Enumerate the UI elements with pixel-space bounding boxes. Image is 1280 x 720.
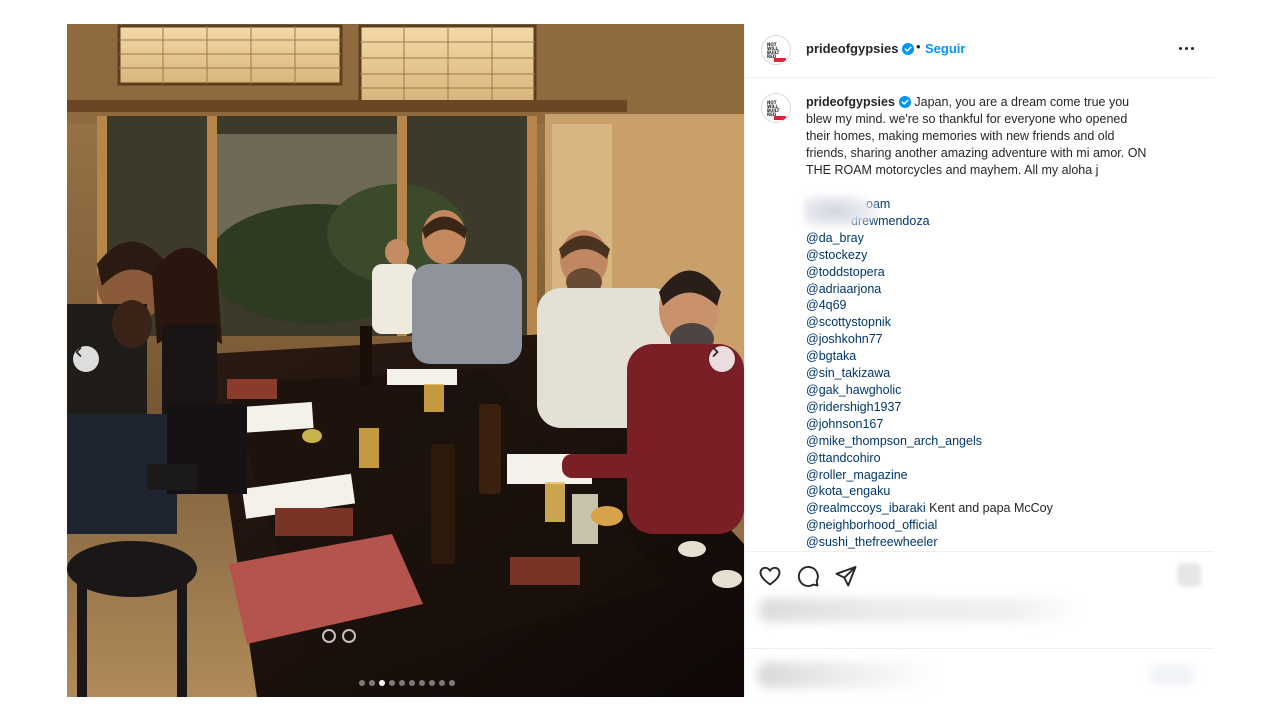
mention-link[interactable]: @scottystopnik [806,314,1151,331]
mention-link[interactable]: @ridershigh1937 [806,399,1151,416]
mention-handle[interactable]: @sin_takizawa [806,366,890,380]
mention-link[interactable]: @johnson167 [806,416,1151,433]
carousel-dot [379,680,385,686]
verified-badge-icon [902,43,915,55]
add-comment-row[interactable] [745,648,1214,697]
mention-link[interactable]: @sin_takizawa [806,365,1151,382]
mention-handle[interactable]: @joshkohn77 [806,332,883,346]
carousel-next-button[interactable] [709,346,735,372]
mention-link[interactable]: @4q69 [806,297,1151,314]
post-comment-button-blurred[interactable] [1150,665,1194,685]
send-paper-plane-icon[interactable] [834,564,858,588]
follow-separator: • [916,39,921,54]
mention-link[interactable]: @roller_magazine [806,467,1151,484]
mention-link[interactable]: @sushi_thefreewheeler [806,534,1151,550]
username-text[interactable]: prideofgypsies [806,41,898,56]
mention-link[interactable]: @joshkohn77 [806,331,1151,348]
chevron-right-icon [712,347,719,357]
mention-link[interactable]: @stockezy [806,247,1151,264]
follow-button[interactable]: Seguir [925,41,965,56]
mention-link[interactable]: @mike_thompson_arch_angels [806,433,1151,450]
blurred-region [804,194,879,228]
mention-handle[interactable]: @stockezy [806,248,867,262]
mention-handle[interactable]: @4q69 [806,298,847,312]
avatar-logo-red-bar [774,58,786,62]
header-username[interactable]: prideofgypsies [806,41,915,56]
avatar[interactable]: NOT WILL BUILT RED [761,35,791,65]
mention-link[interactable]: @ttandcohiro [806,450,1151,467]
instagram-post: NOT WILL BUILT RED prideofgypsies • Seguir … [67,24,1214,697]
mention-link[interactable]: @kota_engaku [806,483,1151,500]
mention-handle[interactable]: @adriaarjona [806,282,881,296]
mention-suffix-text: Kent and papa McCoy [925,501,1053,516]
comment-bubble-icon[interactable] [796,564,820,588]
caption-area[interactable]: NOT WILL BUILT RED prideofgypsies Japan, yo… [745,79,1214,550]
avatar-logo-red-bar [774,116,786,120]
carousel-dot [449,680,455,686]
mention-link[interactable]: @bgtaka [806,348,1151,365]
mention-link[interactable]: @adriaarjona [806,281,1151,298]
mention-link[interactable]: @da_bray [806,230,1151,247]
mention-handle[interactable]: @ttandcohiro [806,451,881,465]
photo-illustration [67,24,744,697]
caption-username[interactable]: prideofgypsies [806,95,895,109]
mention-handle[interactable]: @kota_engaku [806,484,890,498]
carousel-dot [359,680,365,686]
more-options-button[interactable] [1177,38,1197,58]
post-side-panel: NOT WILL BUILT RED prideofgypsies • Seguir … [744,24,1214,697]
mention-handle[interactable]: @bgtaka [806,349,856,363]
bookmark-icon[interactable] [1177,563,1201,587]
verified-badge-icon [898,96,911,108]
mention-link[interactable]: @toddstopera [806,264,1151,281]
carousel-dot [419,680,425,686]
comment-input-blurred[interactable] [757,662,937,688]
mention-handle[interactable]: @sushi_thefreewheeler [806,535,938,549]
mention-link[interactable]: @gak_hawgholic [806,382,1151,399]
mention-handle[interactable]: @scottystopnik [806,315,891,329]
caption-avatar[interactable]: NOT WILL BUILT RED [761,93,791,123]
carousel-prev-button[interactable] [73,346,99,372]
mention-handle[interactable]: @gak_hawgholic [806,383,901,397]
mention-list: oamdrewmendoza@da_bray@stockezy@toddstop… [806,196,1151,550]
carousel-dots [359,680,455,686]
mention-link[interactable]: @realmccoys_ibaraki Kent and papa McCoy [806,500,1151,517]
mention-handle[interactable]: @mike_thompson_arch_angels [806,434,982,448]
carousel-dot [409,680,415,686]
mention-handle[interactable]: @roller_magazine [806,468,908,482]
mention-handle[interactable]: @realmccoys_ibaraki [806,501,926,515]
mention-handle[interactable]: @ridershigh1937 [806,400,901,414]
likes-blurred [759,598,1079,622]
carousel-dot [439,680,445,686]
mention-handle[interactable]: @da_bray [806,231,864,245]
mention-handle[interactable]: @toddstopera [806,265,885,279]
avatar-logo-text: NOT WILL BUILT RED [767,100,780,117]
chevron-left-icon [75,347,82,357]
more-horizontal-icon [1179,47,1182,50]
post-photo[interactable] [67,24,744,697]
carousel-dot [389,680,395,686]
mention-link[interactable]: @neighborhood_official [806,517,1151,534]
carousel-dot [369,680,375,686]
mention-handle[interactable]: @neighborhood_official [806,518,937,532]
mention-handle[interactable]: @johnson167 [806,417,883,431]
carousel-dot [429,680,435,686]
more-horizontal-icon-dot [1185,47,1188,50]
more-horizontal-icon-dot [1191,47,1194,50]
heart-icon[interactable] [758,564,782,588]
carousel-dot [399,680,405,686]
post-caption: prideofgypsies Japan, you are a dream co… [806,94,1151,179]
post-header: NOT WILL BUILT RED prideofgypsies • Seguir [745,24,1214,78]
avatar-logo-text: NOT WILL BUILT RED [767,42,780,59]
action-bar [745,551,1214,595]
